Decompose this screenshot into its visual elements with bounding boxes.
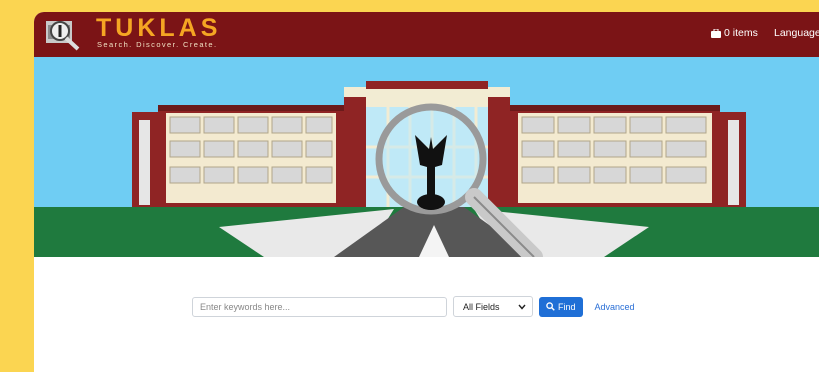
advanced-search-link[interactable]: Advanced: [595, 302, 635, 312]
search-input[interactable]: [192, 296, 447, 317]
magnifier-logo-icon[interactable]: [44, 15, 84, 51]
language-dropdown[interactable]: Language -: [774, 27, 819, 39]
cart-link[interactable]: 0 items: [711, 27, 758, 39]
cart-count: 0 items: [724, 27, 758, 39]
search-icon: [546, 302, 555, 311]
field-select-value: All Fields: [463, 301, 500, 312]
search-bar: All Fields Find Advanced: [192, 296, 635, 317]
brand-title[interactable]: TUKLAS: [96, 14, 221, 43]
chevron-down-icon: [518, 304, 526, 310]
brand-tagline: Search. Discover. Create.: [97, 40, 218, 49]
find-button-label: Find: [558, 301, 576, 312]
briefcase-icon: [711, 28, 721, 38]
field-select[interactable]: All Fields: [453, 296, 533, 317]
find-button[interactable]: Find: [539, 296, 583, 317]
hero-banner: [34, 57, 819, 257]
top-navbar: TUKLAS Search. Discover. Create. 0 items…: [34, 12, 819, 57]
browser-page: TUKLAS Search. Discover. Create. 0 items…: [34, 12, 819, 372]
